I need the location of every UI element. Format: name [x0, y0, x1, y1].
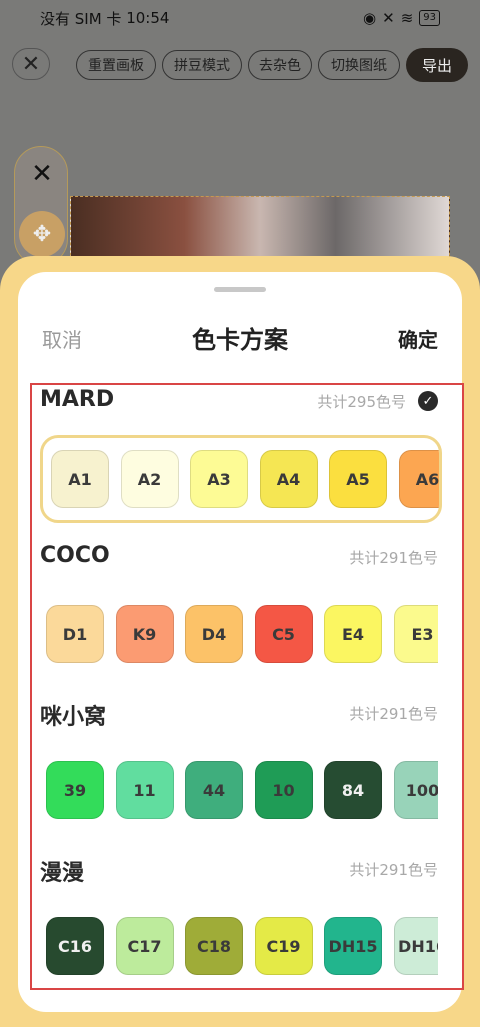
sheet-title: 色卡方案	[192, 326, 288, 354]
remove-noise-button[interactable]: 去杂色	[248, 50, 312, 80]
battery-icon: 93	[419, 10, 440, 26]
sheet-header: 取消 色卡方案 确定	[18, 316, 462, 356]
color-swatch: DH15	[324, 917, 382, 975]
wifi-icon: ≋	[400, 9, 414, 27]
color-swatch: 39	[46, 761, 104, 819]
color-swatch: C16	[46, 917, 104, 975]
color-swatch: C18	[185, 917, 243, 975]
scheme-count: 共计291色号	[349, 861, 438, 879]
color-swatch: 84	[324, 761, 382, 819]
color-swatch: D4	[185, 605, 243, 663]
status-bar: 没有 SIM 卡 10:54 ◉ ✕ ≋ 93	[0, 0, 480, 36]
check-icon: ✓	[418, 391, 438, 411]
status-icons: ◉ ✕ ≋ 93	[363, 9, 440, 27]
scheme-option[interactable]: 咪小窝 共计291色号 39 11 44 10 84 100	[32, 697, 462, 847]
side-tool-panel: ✕ ✥	[14, 146, 68, 266]
color-swatch: A1	[51, 450, 109, 508]
swatch-row: 39 11 44 10 84 100	[46, 761, 438, 821]
clock: 10:54	[126, 9, 170, 27]
color-swatch: D1	[46, 605, 104, 663]
color-swatch: E3	[393, 605, 438, 663]
confirm-button[interactable]: 确定	[398, 324, 438, 353]
top-toolbar: ✕ 重置画板 拼豆模式 去杂色 切换图纸 导出	[0, 46, 480, 82]
scheme-option[interactable]: MARD 共计295色号 ✓ A1 A2 A3 A4 A5 A6	[32, 385, 462, 535]
color-swatch: A4	[259, 450, 318, 508]
color-swatch: 10	[254, 761, 313, 819]
color-swatch: A2	[120, 450, 179, 508]
color-swatch: C19	[254, 917, 313, 975]
color-swatch: A6	[398, 450, 439, 508]
color-swatch: K9	[115, 605, 174, 663]
scheme-name: COCO	[40, 543, 110, 568]
color-swatch: 100	[393, 761, 438, 819]
drag-handle[interactable]	[214, 287, 266, 292]
scheme-option[interactable]: COCO 共计291色号 D1 K9 D4 C5 E4 E3	[32, 541, 462, 691]
close-icon[interactable]: ✕	[15, 147, 69, 201]
swatch-row: D1 K9 D4 C5 E4 E3	[46, 605, 438, 665]
move-icon[interactable]: ✥	[19, 211, 65, 257]
color-swatch: C17	[115, 917, 174, 975]
scheme-name: MARD	[40, 387, 115, 412]
scheme-option[interactable]: 漫漫 共计291色号 C16C17C18C19DH15DH16	[32, 853, 462, 988]
scheme-count: 共计291色号	[349, 549, 438, 567]
scheme-list[interactable]: MARD 共计295色号 ✓ A1 A2 A3 A4 A5 A6 COCO 共计291色号 D1 K9 D…	[30, 383, 464, 990]
color-swatch: A3	[190, 450, 248, 508]
color-swatch: 44	[185, 761, 243, 819]
scheme-count: 共计295色号	[317, 393, 406, 411]
mute-icon: ✕	[382, 9, 395, 27]
carrier-label: 没有 SIM 卡	[40, 9, 122, 28]
color-swatch: 11	[115, 761, 174, 819]
scheme-name: 漫漫	[40, 861, 85, 886]
swatch-row: C16C17C18C19DH15DH16	[46, 917, 438, 977]
swatch-row: A1 A2 A3 A4 A5 A6	[40, 435, 442, 523]
close-icon[interactable]: ✕	[12, 48, 50, 80]
scheme-count: 共计291色号	[349, 705, 438, 723]
reset-board-button[interactable]: 重置画板	[76, 50, 156, 80]
color-swatch: DH16	[393, 917, 438, 975]
eye-icon: ◉	[363, 9, 377, 27]
color-swatch: E4	[324, 605, 382, 663]
export-button[interactable]: 导出	[406, 48, 468, 82]
color-swatch: A5	[329, 450, 387, 508]
bead-mode-button[interactable]: 拼豆模式	[162, 50, 242, 80]
scheme-name: 咪小窝	[40, 705, 107, 730]
color-swatch: C5	[254, 605, 313, 663]
switch-pattern-button[interactable]: 切换图纸	[318, 50, 400, 80]
